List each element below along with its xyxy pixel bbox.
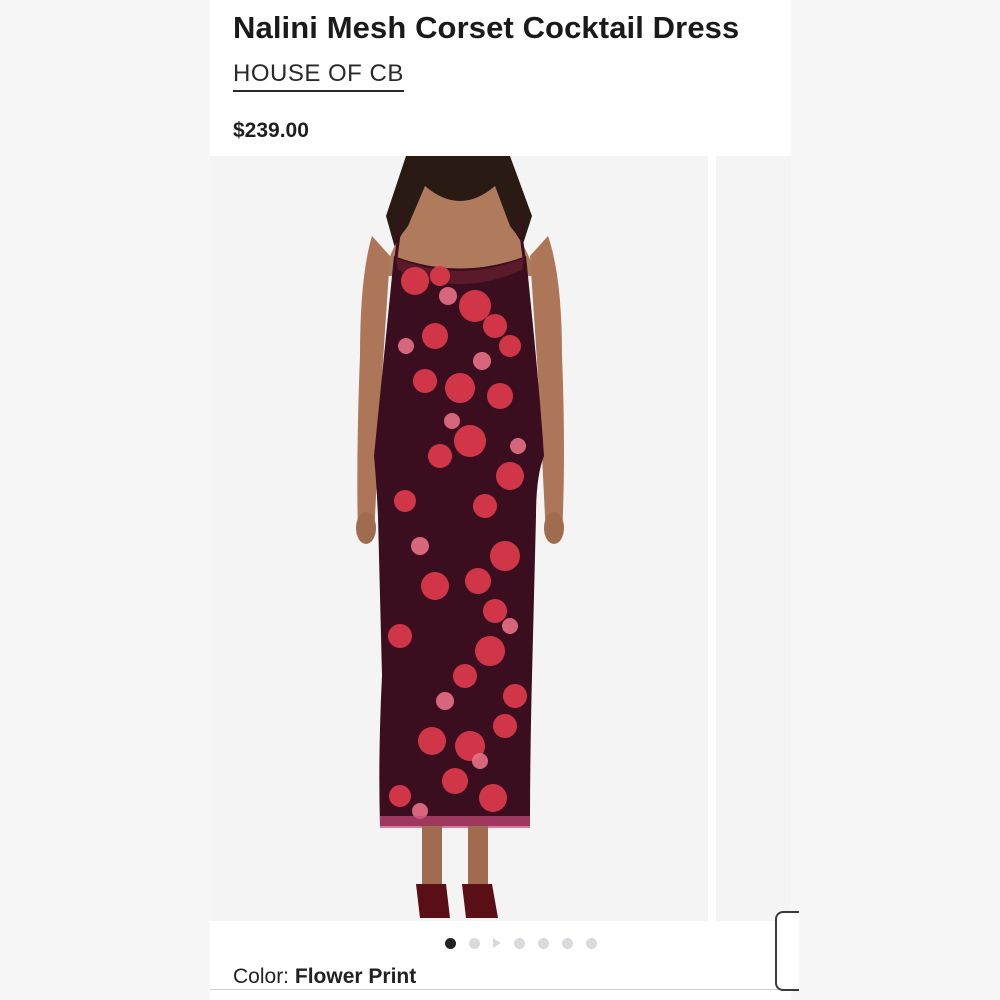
left-backdrop	[0, 0, 210, 1000]
brand-link[interactable]: HOUSE OF CB	[233, 60, 404, 92]
pagination-dot[interactable]	[469, 937, 480, 949]
divider	[210, 989, 791, 990]
gallery-pagination[interactable]	[445, 936, 597, 950]
pagination-dot[interactable]	[586, 937, 597, 949]
right-backdrop	[791, 0, 1000, 1000]
color-label: Color:	[233, 965, 290, 988]
product-image[interactable]	[210, 156, 708, 921]
pagination-dot[interactable]	[538, 937, 549, 949]
next-product-image[interactable]	[716, 156, 791, 921]
product-title: Nalini Mesh Corset Cocktail Dress	[233, 10, 740, 45]
pagination-dot[interactable]	[514, 937, 525, 949]
pagination-dot[interactable]	[562, 937, 573, 949]
product-price: $239.00	[233, 119, 309, 142]
color-value: Flower Print	[294, 965, 417, 988]
side-drawer-handle[interactable]	[775, 911, 799, 991]
video-play-icon[interactable]	[493, 938, 501, 948]
image-gallery[interactable]	[210, 156, 791, 921]
color-selector: Color: Flower Print	[233, 965, 416, 989]
pagination-dot-active[interactable]	[445, 937, 456, 949]
product-panel: Nalini Mesh Corset Cocktail Dress HOUSE …	[210, 0, 791, 1000]
